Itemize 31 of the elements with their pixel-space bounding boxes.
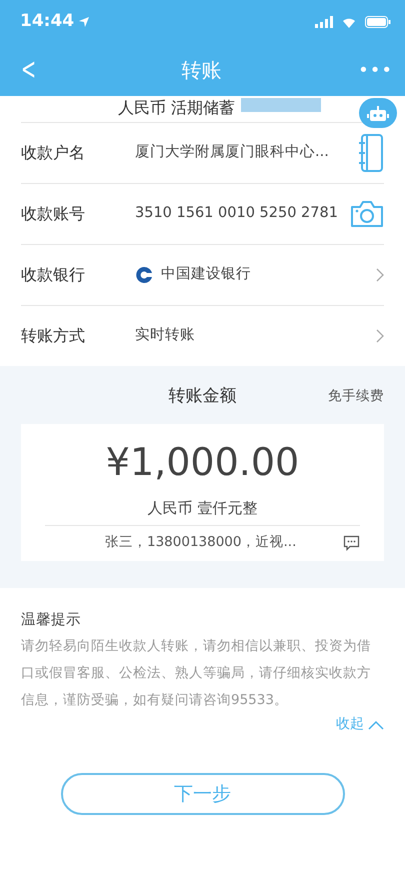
field-value[interactable]: 实时转账 xyxy=(135,325,195,347)
status-time: 14:44 xyxy=(20,10,74,34)
amount-title: 转账金额 xyxy=(168,386,236,406)
field-label: 收款银行 xyxy=(21,264,86,286)
chevron-right-icon xyxy=(376,329,384,343)
field-label: 收款账号 xyxy=(21,203,86,225)
page-title: 转账 xyxy=(182,57,222,84)
contact-book-icon[interactable] xyxy=(358,134,384,172)
bank-logo-icon xyxy=(135,266,153,284)
field-value: 厦门大学附属厦门眼科中心... xyxy=(135,142,329,162)
chevron-up-icon xyxy=(368,720,384,730)
robot-icon xyxy=(367,106,389,122)
message-icon[interactable] xyxy=(343,534,360,551)
field-value[interactable]: 中国建设银行 xyxy=(161,264,251,286)
field-label: 收款户名 xyxy=(21,142,86,164)
chevron-right-icon xyxy=(376,268,384,282)
field-value: 3510 1561 0010 5250 2781 xyxy=(135,204,338,224)
amount-value[interactable]: ¥1,000.00 xyxy=(45,438,360,487)
remark-text[interactable]: 张三，13800138000，近视... xyxy=(105,532,296,553)
fee-note: 免手续费 xyxy=(328,387,384,406)
tips-text: 请勿轻易向陌生收款人转账，请勿相信以兼职、投资为借口或假冒客服、公检法、熟人等骗局，请仔细核实收款方信息，谨防受骗，如有疑问请咨询95533。 xyxy=(21,637,372,710)
battery-icon xyxy=(365,16,391,28)
camera-icon[interactable] xyxy=(350,200,384,228)
wifi-icon xyxy=(341,16,357,28)
signal-icon xyxy=(315,16,333,28)
field-label: 转账方式 xyxy=(21,325,86,347)
tips-title: 温馨提示 xyxy=(21,610,82,630)
account-type: 人民币 活期储蓄 xyxy=(118,97,236,119)
amount-in-words: 人民币 壹仟元整 xyxy=(45,496,360,526)
location-icon xyxy=(78,16,90,28)
assistant-button[interactable] xyxy=(359,98,397,128)
